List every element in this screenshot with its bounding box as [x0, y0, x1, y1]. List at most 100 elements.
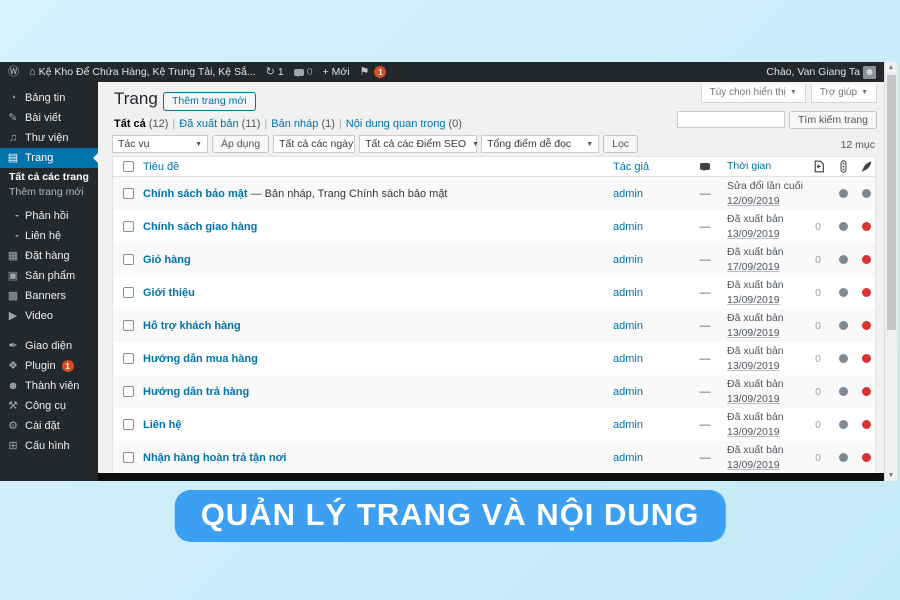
- readability-dot: [861, 288, 871, 297]
- scrollbar-up-arrow[interactable]: ▲: [885, 64, 897, 71]
- author-link[interactable]: admin: [613, 254, 643, 266]
- search-input[interactable]: [676, 111, 785, 128]
- row-checkbox[interactable]: [122, 287, 134, 298]
- sidebar-item-label: Giao diện: [25, 340, 73, 352]
- submenu-all-pages[interactable]: Tất cả các trang: [0, 170, 98, 185]
- sidebar-item-contact[interactable]: Liên hệ: [0, 226, 98, 246]
- author-link[interactable]: admin: [613, 419, 643, 431]
- row-checkbox[interactable]: [122, 188, 134, 199]
- seo-filter-select[interactable]: Tất cả các Điểm SEO ▼: [359, 135, 479, 153]
- column-header-title[interactable]: Tiêu đề: [143, 161, 179, 173]
- page-title-link[interactable]: Nhận hàng hoàn trả tận nơi: [143, 452, 287, 464]
- user-icon: ☻: [7, 379, 19, 392]
- sidebar-item-comments[interactable]: Phản hồi: [0, 206, 98, 226]
- row-checkbox[interactable]: [122, 386, 134, 397]
- scrollbar-down-arrow[interactable]: ▼: [885, 472, 897, 479]
- admin-bar-right: Chào, Van Giang Ta ☻: [758, 65, 884, 79]
- row-checkbox[interactable]: [122, 353, 134, 364]
- add-new-page-button[interactable]: Thêm trang mới: [163, 92, 256, 111]
- table-row: Hướng dẫn trả hàng admin — Đã xuất bản 13…: [113, 375, 875, 408]
- view-draft[interactable]: Bản nháp (1): [271, 118, 341, 130]
- date-filter-select[interactable]: Tất cả các ngày▼: [273, 135, 366, 153]
- sidebar-item-settings[interactable]: ⚙ Cài đặt: [0, 416, 98, 436]
- help-label: Trợ giúp: [819, 87, 858, 98]
- help-button[interactable]: Trợ giúp ▼: [810, 84, 877, 103]
- security-plugin-link[interactable]: ⚑ 1: [360, 66, 387, 78]
- wp-logo-glyph: Ⓦ: [8, 65, 19, 78]
- page-title-link[interactable]: Liên hệ: [143, 419, 182, 431]
- readability-dot: [861, 453, 871, 462]
- apply-button[interactable]: Áp dụng: [212, 135, 270, 153]
- comments-value: —: [699, 418, 711, 431]
- sidebar-item-plugins[interactable]: ❖ Plugin 1: [0, 356, 98, 376]
- search-pages-button[interactable]: Tìm kiếm trang: [788, 111, 877, 129]
- sidebar-item-video[interactable]: ▶ Video: [0, 306, 98, 326]
- readability-filter-select[interactable]: Tổng điểm dễ đọc ▼: [481, 135, 600, 153]
- sidebar-item-pages[interactable]: ▤ Trang: [0, 148, 98, 168]
- sidebar-item-banners[interactable]: ▩ Banners: [0, 286, 98, 306]
- comments-value: —: [699, 451, 711, 464]
- author-link[interactable]: admin: [613, 188, 643, 200]
- comments-count: 0: [306, 66, 313, 78]
- table-row: Chính sách giao hàng admin — Đã xuất bản…: [113, 210, 875, 243]
- sidebar-item-products[interactable]: ▣ Sản phẩm: [0, 266, 98, 286]
- sidebar-item-label: Đặt hàng: [25, 250, 70, 262]
- seo-score-dot: [838, 288, 848, 297]
- row-checkbox[interactable]: [122, 419, 134, 430]
- sidebar-item-label: Video: [25, 310, 53, 322]
- page-title-link[interactable]: Chính sách giao hàng: [143, 221, 257, 233]
- publish-date: 13/09/2019: [727, 392, 780, 405]
- site-name-link[interactable]: ⌂ Kệ Kho Để Chứa Hàng, Kệ Trung Tải, Kệ …: [29, 66, 256, 78]
- author-link[interactable]: admin: [613, 287, 643, 299]
- page-title-link[interactable]: Giới thiệu: [143, 287, 195, 299]
- seo-score-dot: [838, 189, 848, 198]
- comments-column-icon[interactable]: [700, 163, 710, 171]
- sidebar-item-config[interactable]: ⊞ Cấu hình: [0, 436, 98, 456]
- table-header-row: Tiêu đề Tác giả Thời gian: [113, 157, 875, 177]
- sidebar-item-appearance[interactable]: ✒ Giao diện: [0, 336, 98, 356]
- page-title-link[interactable]: Hướng dẫn trả hàng: [143, 386, 249, 398]
- page-title-link[interactable]: Chính sách bảo mật: [143, 188, 248, 200]
- filter-button[interactable]: Lọc: [603, 135, 639, 153]
- sidebar-item-users[interactable]: ☻ Thành viên: [0, 376, 98, 396]
- page-title-link[interactable]: Giỏ hàng: [143, 254, 191, 266]
- author-link[interactable]: admin: [613, 320, 643, 332]
- row-checkbox[interactable]: [122, 221, 134, 232]
- author-link[interactable]: admin: [613, 221, 643, 233]
- site-name: Kệ Kho Để Chứa Hàng, Kệ Trung Tải, Kệ Sắ…: [38, 66, 256, 78]
- author-link[interactable]: admin: [613, 386, 643, 398]
- comments-bubble-icon: [293, 68, 304, 77]
- select-all-checkbox[interactable]: [122, 161, 134, 172]
- submenu-add-new-page[interactable]: Thêm trang mới: [0, 185, 98, 200]
- bulk-actions-select[interactable]: Tác vụ ▼: [112, 135, 208, 153]
- view-published[interactable]: Đã xuất bản (11): [179, 118, 267, 130]
- updates-link[interactable]: ↻ 1: [266, 66, 284, 78]
- column-header-date[interactable]: Thời gian: [727, 160, 771, 172]
- pages-icon: ▤: [7, 151, 19, 164]
- readability-dot: [861, 255, 871, 264]
- sidebar-item-orders[interactable]: ▦ Đặt hàng: [0, 246, 98, 266]
- screen-options-button[interactable]: Tùy chọn hiển thị ▼: [700, 84, 806, 103]
- page-title-link[interactable]: Hỗ trợ khách hàng: [143, 320, 241, 332]
- page-title-link[interactable]: Hướng dẫn mua hàng: [143, 353, 258, 365]
- account-menu[interactable]: Chào, Van Giang Ta ☻: [766, 65, 876, 79]
- comments-value: —: [699, 385, 711, 398]
- chevron-down-icon: ▼: [586, 140, 594, 148]
- wordpress-logo-icon[interactable]: Ⓦ: [8, 65, 19, 78]
- row-checkbox[interactable]: [122, 254, 134, 265]
- links-count: 0: [815, 385, 821, 398]
- sidebar-item-media[interactable]: ♫ Thư viện: [0, 128, 98, 148]
- author-link[interactable]: admin: [613, 353, 643, 365]
- view-all[interactable]: Tất cả (12): [114, 118, 175, 130]
- comments-link[interactable]: 0: [293, 66, 313, 78]
- sidebar-item-dashboard[interactable]: ◔ Bảng tin: [0, 88, 98, 108]
- new-content-link[interactable]: + Mới: [323, 66, 350, 78]
- sidebar-item-tools[interactable]: ⚒ Công cụ: [0, 396, 98, 416]
- row-checkbox[interactable]: [122, 320, 134, 331]
- view-cornerstone[interactable]: Nội dung quan trọng (0): [346, 118, 462, 130]
- sidebar-item-posts[interactable]: ✎ Bài viết: [0, 108, 98, 128]
- scrollbar-thumb[interactable]: [887, 75, 896, 330]
- row-checkbox[interactable]: [122, 452, 134, 463]
- window-scrollbar[interactable]: ▲ ▼: [884, 62, 897, 481]
- author-link[interactable]: admin: [613, 452, 643, 464]
